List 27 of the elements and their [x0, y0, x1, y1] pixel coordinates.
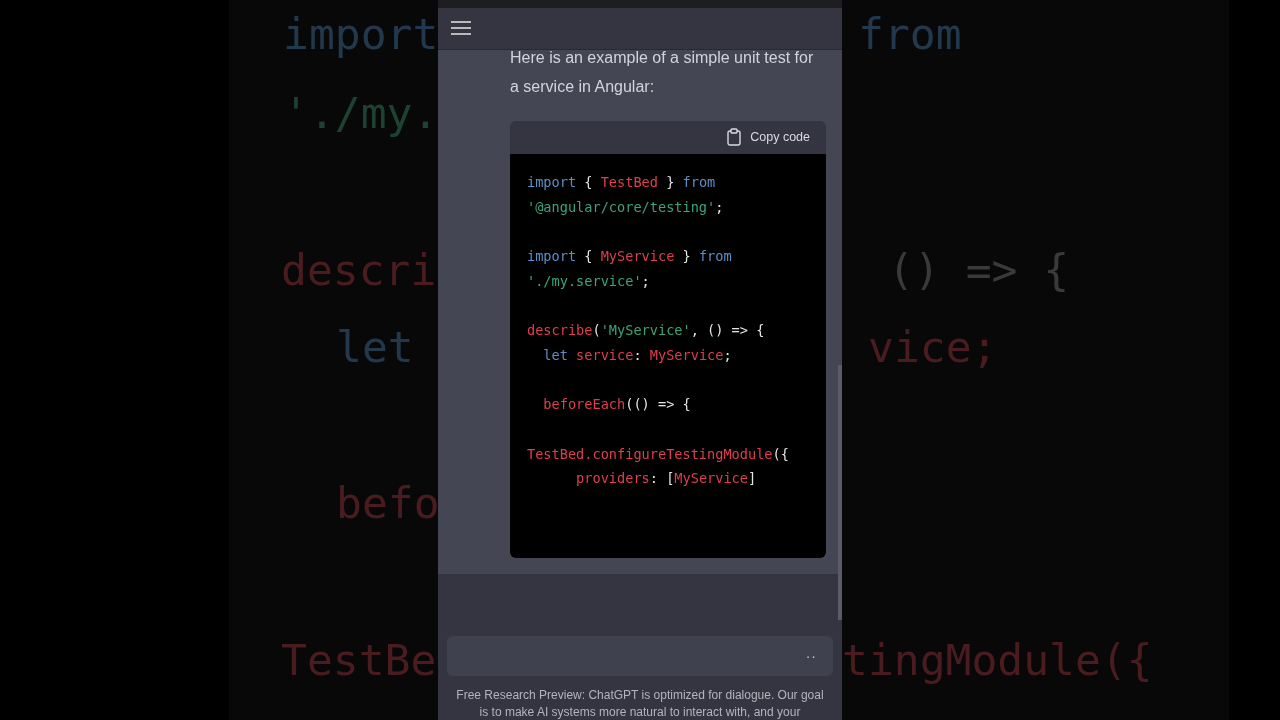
code-line: '@angular/core/testing'; — [527, 197, 725, 217]
code-line: let service: MyService; — [542, 345, 733, 365]
code-line: beforeEach(() => { — [542, 395, 692, 415]
backdrop-code-text: () => { — [888, 244, 1070, 296]
menu-icon[interactable] — [451, 20, 471, 37]
backdrop-code-text: descri — [281, 244, 437, 296]
message-input-field[interactable]: ·· — [447, 636, 833, 676]
code-line: providers: [MyService] — [575, 469, 758, 489]
backdrop-code-text: let — [336, 321, 414, 373]
code-line: import { MyService } from — [527, 246, 733, 266]
copy-code-button[interactable]: Copy code — [727, 128, 810, 147]
backdrop-code-text: import — [283, 8, 439, 60]
backdrop-code-text: tingModule({ — [842, 634, 1153, 686]
scrollbar[interactable] — [838, 365, 842, 620]
backdrop-code-text: './my. — [283, 87, 439, 139]
code-line: TestBed.configureTestingModule({ — [527, 444, 790, 464]
backdrop-code-text: vice; — [868, 321, 998, 373]
footer-text: Free Research Preview: ChatGPT is optimized for dialogue. Our goal is to make AI systems more natural to interact with, and your — [455, 687, 825, 720]
backdrop-code-text: befo — [336, 477, 440, 529]
backdrop-code-text: TestBe — [281, 634, 437, 686]
clipboard-icon — [727, 128, 742, 147]
message-text: Here is an example of a simple unit test for a service in Angular: — [510, 49, 815, 97]
backdrop-code-text: from — [858, 8, 962, 60]
code-line: describe('MyService', () => { — [527, 321, 766, 340]
code-line: import { TestBed } from — [527, 172, 717, 192]
typing-dots: ·· — [805, 648, 817, 664]
code-line: './my.service'; — [527, 271, 651, 291]
